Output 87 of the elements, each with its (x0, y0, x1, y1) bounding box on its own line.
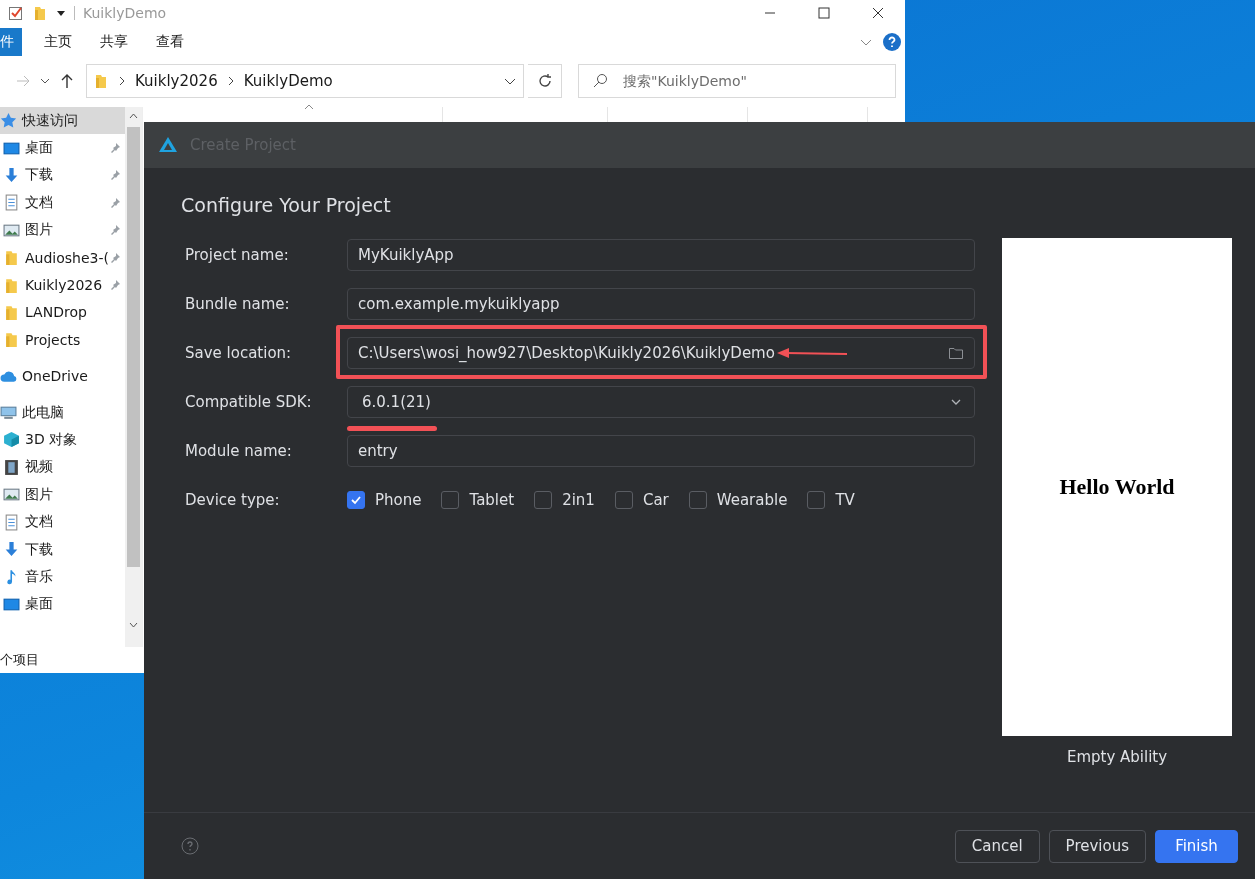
pin-icon[interactable] (109, 142, 121, 155)
annotation-arrow (777, 346, 849, 360)
nav-item[interactable]: 文档 (0, 189, 125, 217)
document-icon (3, 194, 20, 212)
address-bar[interactable]: Kuikly2026 KuiklyDemo (86, 64, 524, 98)
nav-item[interactable]: 桌面 (0, 590, 125, 619)
checkbox[interactable] (347, 491, 365, 509)
refresh-button[interactable] (528, 64, 562, 98)
nav-item[interactable]: OneDrive (0, 362, 125, 390)
template-caption: Empty Ability (1066, 748, 1168, 766)
folder-icon[interactable] (32, 4, 48, 21)
pc-icon (0, 404, 17, 422)
breadcrumb-separator-icon (117, 76, 127, 86)
secondary-button[interactable]: Previous (1048, 829, 1146, 863)
nav-item[interactable]: 视频 (0, 453, 125, 482)
folder-icon (3, 276, 20, 294)
field-label: Device type: (185, 491, 281, 509)
breadcrumb[interactable]: KuiklyDemo (243, 72, 333, 90)
search-field[interactable]: 搜索"KuiklyDemo" (578, 64, 896, 98)
primary-button[interactable]: Finish (1155, 829, 1238, 863)
search-icon (592, 73, 608, 89)
nav-item[interactable]: 3D 对象 (0, 426, 125, 454)
pin-icon[interactable] (109, 224, 121, 237)
ribbon-tab[interactable]: 件 (0, 28, 22, 56)
pin-icon[interactable] (109, 279, 121, 292)
field-label: Module name: (185, 442, 293, 460)
folder-icon[interactable] (948, 345, 964, 361)
sort-caret-icon (303, 103, 315, 111)
check-icon (350, 494, 362, 506)
field-label: Save location: (185, 344, 293, 362)
pin-icon[interactable] (109, 251, 121, 264)
nav-item[interactable]: 下载 (0, 161, 125, 190)
ribbon-tab[interactable]: 共享 (86, 28, 142, 56)
checkbox[interactable] (534, 491, 553, 509)
ribbon-tab[interactable]: 主页 (30, 28, 86, 56)
checkbox-label[interactable]: TV (835, 491, 855, 509)
help-icon[interactable] (883, 33, 901, 51)
nav-item[interactable]: 文档 (0, 508, 125, 536)
document-icon (3, 513, 20, 531)
preview-text: Hello World (1059, 474, 1175, 500)
checkbox[interactable] (441, 491, 460, 509)
input-field[interactable]: MyKuiklyApp (347, 239, 975, 271)
nav-item[interactable]: 音乐 (0, 563, 125, 591)
folder-icon (3, 303, 20, 321)
checkbox-label[interactable]: Phone (375, 491, 422, 509)
ribbon-tab[interactable]: 查看 (142, 28, 198, 56)
scrollbar[interactable] (125, 107, 142, 647)
checkbox-label[interactable]: Wearable (716, 491, 788, 509)
input-field[interactable]: entry (347, 435, 975, 467)
nav-item[interactable]: LANDrop (0, 298, 125, 327)
nav-item[interactable]: 此电脑 (0, 398, 125, 427)
location-field[interactable]: C:\Users\wosi_how927\Desktop\Kuikly2026\KuiklyDemo (347, 337, 975, 369)
checkbox[interactable] (688, 491, 707, 509)
properties-icon[interactable] (8, 4, 24, 21)
cube-icon (3, 431, 20, 449)
video-icon (3, 458, 20, 476)
field-label: Project name: (185, 246, 290, 264)
checkbox-label[interactable]: 2in1 (562, 491, 595, 509)
nav-item[interactable]: 图片 (0, 216, 125, 244)
app-logo-icon (158, 136, 178, 154)
input-field[interactable]: com.example.mykuiklyapp (347, 288, 975, 320)
star-icon (0, 112, 17, 130)
nav-item[interactable]: Kuikly2026 (0, 271, 125, 299)
pin-icon[interactable] (109, 196, 121, 209)
dropdown[interactable]: 6.0.1(21) (347, 386, 975, 418)
pin-icon[interactable] (109, 169, 121, 182)
nav-item[interactable]: 图片 (0, 481, 125, 509)
nav-item[interactable]: 快速访问 (0, 107, 125, 135)
folder-icon (93, 73, 109, 89)
checkbox-label[interactable]: Car (642, 491, 669, 509)
window-title: KuiklyDemo (74, 5, 167, 20)
breadcrumb[interactable]: Kuikly2026 (135, 72, 218, 90)
checkbox[interactable] (807, 491, 826, 509)
folder-icon (3, 249, 20, 267)
field-label: Bundle name: (185, 295, 291, 313)
secondary-button[interactable]: Cancel (954, 829, 1040, 863)
folder-icon (3, 331, 20, 349)
nav-item[interactable]: Projects (0, 326, 125, 354)
nav-item[interactable]: 桌面 (0, 134, 125, 162)
field-label: Compatible SDK: (185, 393, 313, 411)
checkbox-label[interactable]: Tablet (469, 491, 515, 509)
status-text: 个项目 (0, 651, 40, 669)
help-icon[interactable] (181, 837, 199, 855)
checkbox[interactable] (614, 491, 633, 509)
nav-item[interactable]: 下载 (0, 535, 125, 564)
page-heading: Configure Your Project (181, 194, 392, 216)
nav-item[interactable]: Audioshe3-( (0, 243, 125, 272)
